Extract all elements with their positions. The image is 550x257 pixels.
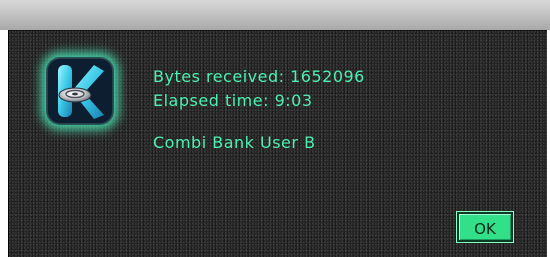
bytes-received-value: 1652096 [290,67,365,86]
transfer-info: Bytes received: 1652096 Elapsed time: 9:… [153,65,365,155]
bytes-received-label: Bytes received: [153,67,285,86]
elapsed-time-value: 9:03 [274,91,313,110]
bytes-received-row: Bytes received: 1652096 [153,65,365,89]
ok-button[interactable]: OK [456,211,514,243]
window-titlebar[interactable] [0,0,550,30]
dialog-body: Bytes received: 1652096 Elapsed time: 9:… [8,30,547,257]
korg-k-disc-icon [46,57,114,125]
transfer-status-window: Bytes received: 1652096 Elapsed time: 9:… [0,0,550,257]
elapsed-time-label: Elapsed time: [153,91,269,110]
elapsed-time-row: Elapsed time: 9:03 [153,89,365,113]
bank-name: Combi Bank User B [153,133,316,152]
